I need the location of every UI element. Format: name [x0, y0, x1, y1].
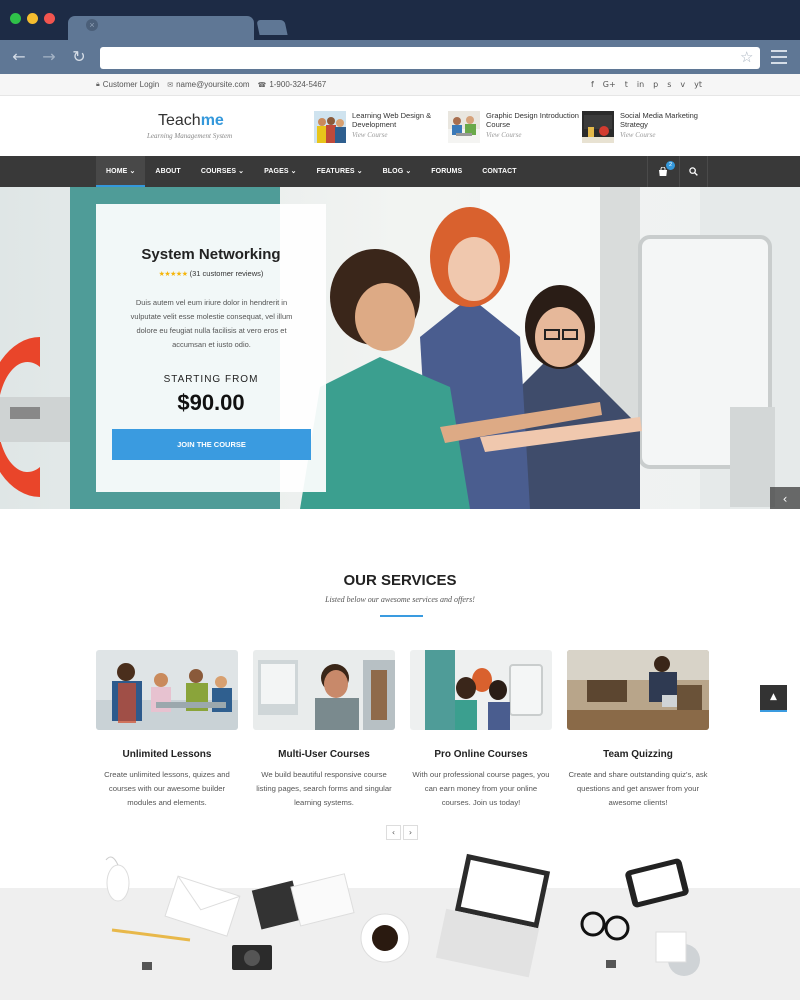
top-info-bar: 🔒︎ Customer Login ✉ name@yoursite.com ☎ 1-9…: [0, 74, 800, 96]
site-logo[interactable]: Teachme: [158, 112, 224, 130]
email-label: name@yoursite.com: [176, 80, 250, 89]
tab-close-icon[interactable]: ×: [86, 19, 98, 31]
course-title-3: Social Media Marketing Strategy: [620, 111, 698, 129]
window-controls: [10, 13, 55, 24]
address-bar[interactable]: [100, 47, 760, 69]
services-heading: OUR SERVICES: [343, 572, 457, 589]
nav-item-home[interactable]: HOME ⌄: [96, 156, 146, 187]
service-card-pro-online-courses[interactable]: Pro Online Courses With our professional…: [398, 650, 552, 810]
service-card-unlimited-lessons[interactable]: Unlimited Lessons Create unlimited lesso…: [96, 650, 238, 810]
desk-items-illustration: [105, 853, 700, 978]
services-prev-chevron-icon[interactable]: ‹: [386, 825, 401, 840]
window-close-dot[interactable]: [10, 13, 21, 24]
window-maximize-dot[interactable]: [44, 13, 55, 24]
search-icon: [689, 167, 698, 176]
reload-icon[interactable]: ↻: [69, 47, 89, 67]
course-thumbnail-2: [448, 111, 480, 143]
service-desc-3: With our professional course pages, you …: [412, 770, 550, 807]
phone-label: 1-900-324-5467: [269, 80, 327, 89]
bookmark-star-icon[interactable]: ☆: [740, 48, 753, 66]
header-course-3[interactable]: Social Media Marketing Strategy View Cou…: [582, 111, 712, 143]
social-links: f G+ t in p s v yt: [591, 80, 702, 89]
google-plus-icon[interactable]: G+: [603, 80, 616, 89]
nav-item-forums[interactable]: FORUMS: [421, 156, 472, 187]
service-desc-2: We build beautiful responsive course lis…: [256, 770, 392, 807]
service-desc-1: Create unlimited lessons, quizes and cou…: [104, 770, 230, 807]
nav-item-about[interactable]: ABOUT: [145, 156, 190, 187]
course-thumbnail-1: [314, 111, 346, 143]
service-desc-4: Create and share outstanding quiz's, ask…: [568, 770, 708, 807]
view-course-link-2[interactable]: View Course: [486, 131, 521, 139]
cart-button[interactable]: 2: [647, 156, 679, 187]
services-next-chevron-icon[interactable]: ›: [403, 825, 418, 840]
course-price: $90.00: [177, 390, 245, 415]
twitter-icon[interactable]: t: [625, 80, 628, 89]
main-navigation: HOME ⌄ ABOUT COURSES ⌄ PAGES ⌄ FEATURES …: [0, 156, 800, 187]
youtube-icon[interactable]: yt: [694, 80, 702, 89]
email-link[interactable]: ✉ name@yoursite.com: [167, 80, 249, 89]
rating-stars-icon: ★★★★★: [158, 270, 188, 278]
forward-arrow-icon[interactable]: →: [39, 47, 59, 67]
slider-prev-arrow-icon[interactable]: ‹: [770, 487, 800, 509]
site-tagline: Learning Management System: [147, 132, 233, 140]
window-minimize-dot[interactable]: [27, 13, 38, 24]
browser-menu-icon[interactable]: [771, 50, 787, 64]
service-title-4: Team Quizzing: [603, 749, 673, 760]
back-arrow-icon[interactable]: ←: [9, 47, 29, 67]
starting-from-label: STARTING FROM: [163, 374, 259, 385]
service-image-3: [398, 650, 552, 730]
service-title-3: Pro Online Courses: [434, 749, 528, 760]
phone-link[interactable]: ☎ 1-900-324-5467: [258, 80, 327, 89]
hero-rating: ★★★★★ (31 customer reviews): [96, 269, 326, 278]
facebook-icon[interactable]: f: [591, 80, 594, 89]
service-image-2: [253, 650, 395, 730]
nav-item-features[interactable]: FEATURES ⌄: [307, 156, 373, 187]
review-count[interactable]: (31 customer reviews): [190, 269, 264, 278]
service-title-2: Multi-User Courses: [278, 749, 370, 760]
hero-slider: System Networking ★★★★★ (31 customer rev…: [0, 187, 800, 509]
nav-item-pages[interactable]: PAGES ⌄: [254, 156, 307, 187]
header-course-1[interactable]: Learning Web Design & Development View C…: [314, 111, 444, 143]
services-subheading: Listed below our awesome services and of…: [325, 595, 475, 604]
linkedin-icon[interactable]: in: [637, 80, 644, 89]
customer-login-label: Customer Login: [102, 80, 160, 89]
vimeo-icon[interactable]: v: [680, 80, 685, 89]
course-title-1: Learning Web Design & Development: [352, 111, 432, 129]
customer-login-link[interactable]: 🔒︎ Customer Login: [96, 80, 159, 89]
new-tab-button[interactable]: [256, 20, 288, 35]
logo-accent: me: [200, 112, 224, 129]
course-promo-card: System Networking ★★★★★ (31 customer rev…: [96, 204, 326, 492]
service-title-1: Unlimited Lessons: [122, 749, 212, 760]
nav-item-blog[interactable]: BLOG ⌄: [373, 156, 422, 187]
service-card-team-quizzing[interactable]: Team Quizzing Create and share outstandi…: [567, 650, 709, 810]
site-header: Teachme Learning Management System Learn…: [0, 96, 800, 156]
hero-course-title: System Networking: [141, 246, 281, 263]
view-course-link-3[interactable]: View Course: [620, 131, 655, 139]
phone-icon: ☎: [257, 80, 267, 89]
skype-icon[interactable]: s: [667, 80, 671, 89]
heading-divider: [380, 615, 423, 617]
pinterest-icon[interactable]: p: [653, 80, 658, 89]
course-title-2: Graphic Design Introduction Course: [486, 111, 579, 129]
cart-count-badge: 2: [666, 161, 675, 170]
search-button[interactable]: [679, 156, 708, 187]
service-image-1: [96, 650, 238, 730]
hero-description: Duis autem vel eum iriure dolor in hendr…: [130, 298, 293, 349]
lock-icon: 🔒︎: [96, 80, 100, 88]
nav-item-courses[interactable]: COURSES ⌄: [191, 156, 254, 187]
join-course-button[interactable]: JOIN THE COURSE: [112, 429, 311, 460]
header-course-2[interactable]: Graphic Design Introduction Course View …: [448, 111, 579, 143]
envelope-icon: ✉: [167, 80, 174, 89]
course-thumbnail-3: [582, 111, 614, 143]
logo-text: Teach: [158, 112, 201, 129]
service-image-4: [567, 650, 709, 730]
service-card-multi-user-courses[interactable]: Multi-User Courses We build beautiful re…: [253, 650, 395, 810]
view-course-link-1[interactable]: View Course: [352, 131, 387, 139]
scroll-to-top-icon[interactable]: ▲: [760, 685, 787, 712]
nav-item-contact[interactable]: CONTACT: [472, 156, 526, 187]
